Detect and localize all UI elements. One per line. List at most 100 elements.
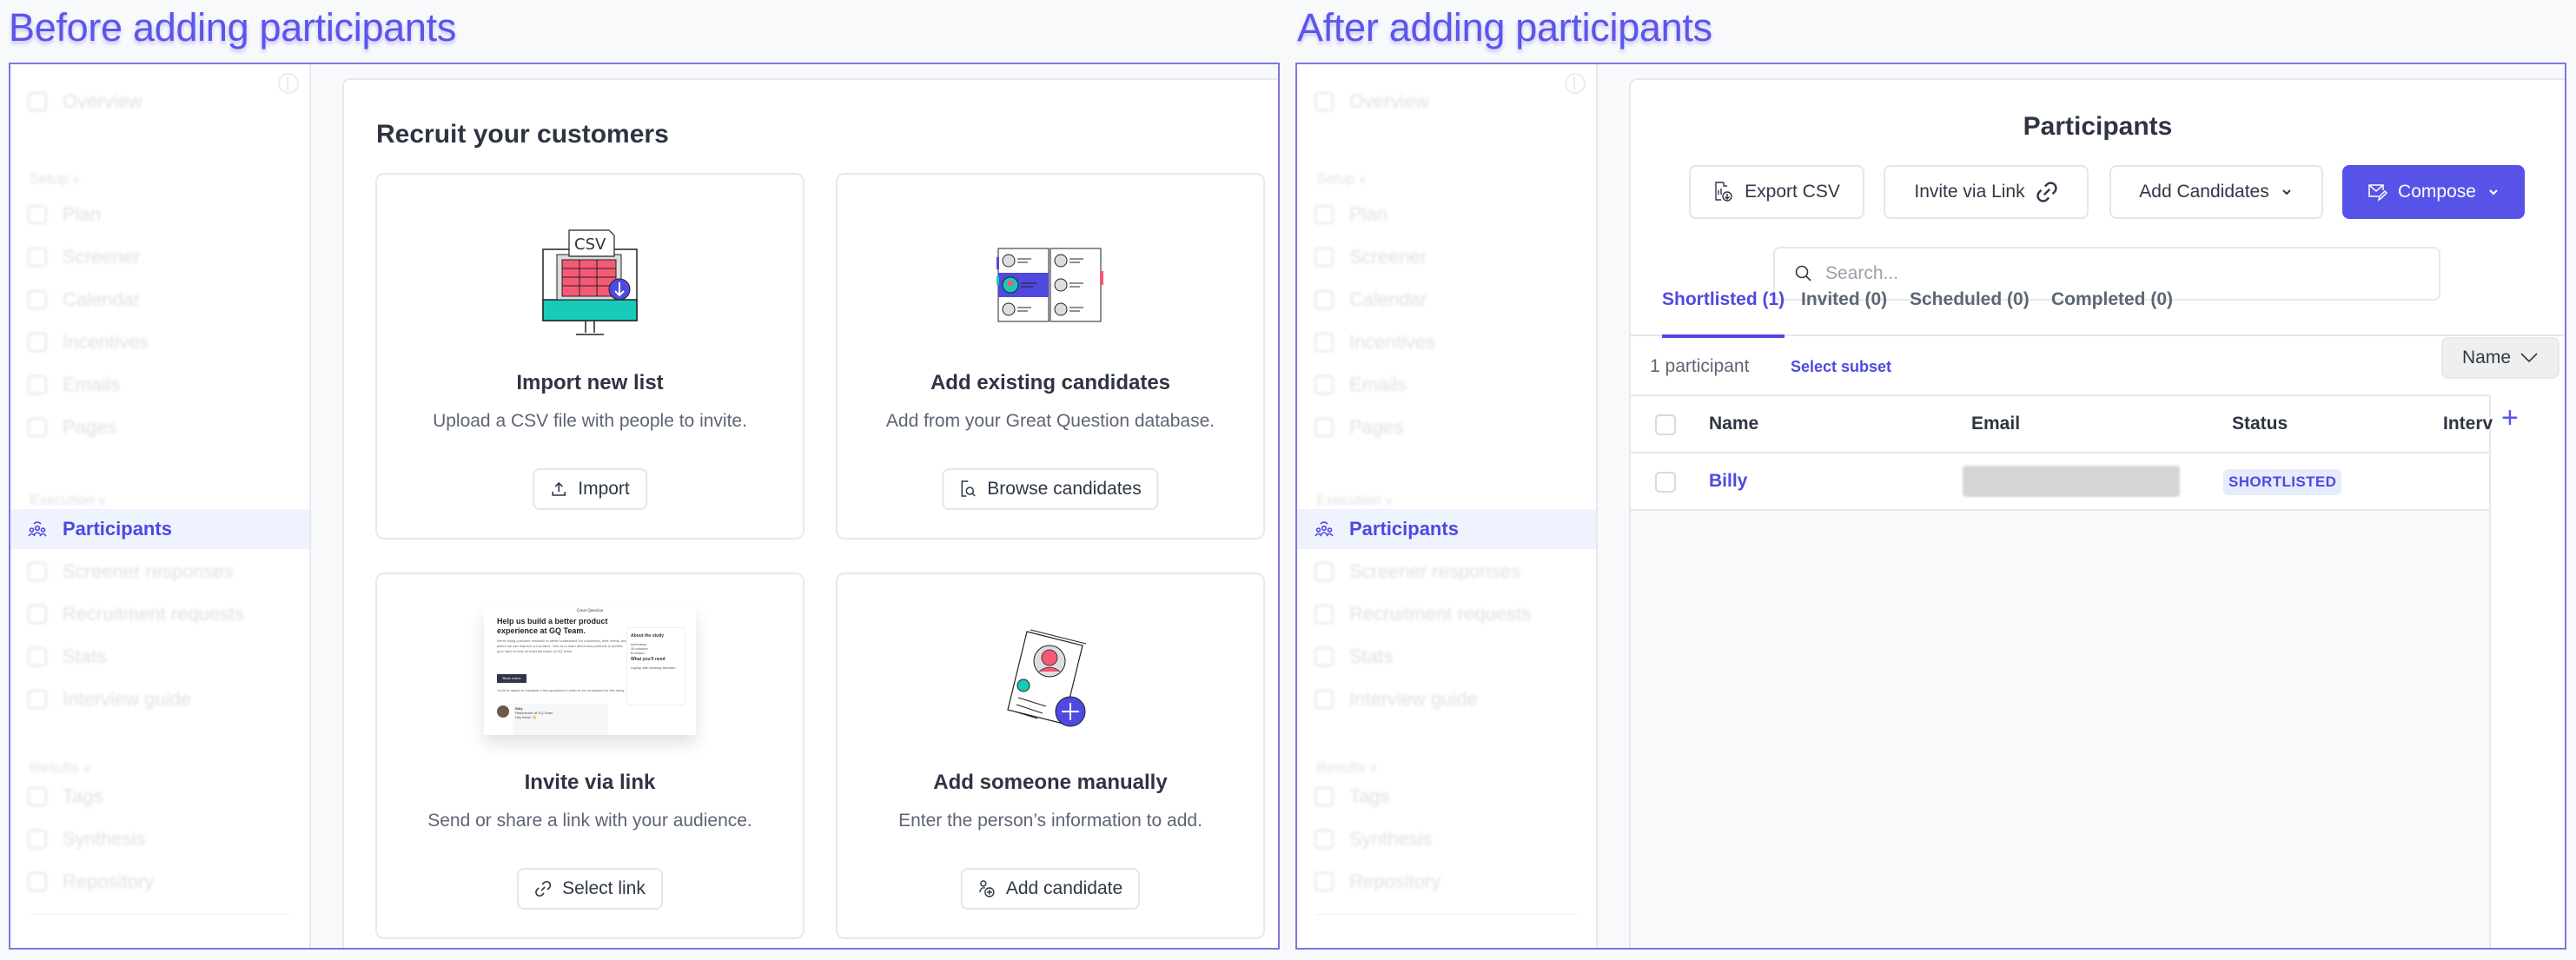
sidebar-item-plan[interactable]: Plan [1297,195,1596,235]
existing-candidates-card: Add existing candidates Add from your Gr… [836,173,1265,540]
link-icon [535,880,552,897]
csv-illustration: CSV [377,220,803,350]
card-title: Add existing candidates [930,371,1171,394]
candidate-book-illustration [838,220,1263,350]
sidebar-item-tags[interactable]: Tags [10,777,309,817]
landing-page-thumbnail: Great Question Help us build a better pr… [377,606,803,736]
guide-icon [1314,690,1334,709]
sidebar-item-stats[interactable]: Stats [10,637,309,677]
sidebar-item-participants[interactable]: Participants [1297,509,1596,549]
sidebar-item-participants[interactable]: Participants [10,509,309,549]
participants-panel: Participants Export CSV Invite via Link … [1629,78,2565,948]
card-description: Enter the person’s information to add. [898,811,1202,831]
tab-shortlisted[interactable]: Shortlisted (1) [1662,265,1785,338]
sidebar-item-emails[interactable]: Emails [10,365,309,405]
sidebar-item-stats[interactable]: Stats [1297,637,1596,677]
sidebar-item-pages[interactable]: Pages [10,407,309,447]
sidebar-item-incentives[interactable]: Incentives [10,322,309,362]
card-title: Import new list [516,371,664,394]
sidebar-item-calendar[interactable]: Calendar [10,280,309,320]
chevron-down-icon [2489,189,2498,195]
participant-name-link[interactable]: Billy [1709,471,1747,492]
table-header: Name Email Status Interv [1631,396,2493,454]
column-interview[interactable]: Interv [2443,414,2493,434]
column-status[interactable]: Status [2232,414,2288,434]
sidebar-item-overview[interactable]: Overview [1297,82,1596,122]
card-title: Add someone manually [933,771,1168,794]
sidebar-section-results[interactable]: Results [30,759,91,777]
column-email[interactable]: Email [1971,414,2020,434]
sidebar-item-tags[interactable]: Tags [1297,777,1596,817]
sidebar-section-results[interactable]: Results [1316,759,1378,777]
sidebar-divider [30,914,290,915]
select-link-button[interactable]: Select link [517,868,663,910]
sidebar: Overview Setup Plan Screener Calendar In… [1297,64,1598,948]
sidebar-item-incentives[interactable]: Incentives [1297,322,1596,362]
page-title: Participants [2023,112,2173,141]
sidebar-section-setup[interactable]: Setup [30,170,81,188]
upload-icon [552,481,566,496]
sort-dropdown[interactable]: Name [2441,337,2559,379]
responses-icon [28,562,47,581]
sidebar-item-screener[interactable]: Screener [10,237,309,277]
table-empty-area [1631,511,2489,948]
sidebar-item-recruitment-requests[interactable]: Recruitment requests [1297,594,1596,634]
participants-table: Name Email Status Interv Billy SHORTLIST… [1631,394,2493,948]
tab-completed[interactable]: Completed (0) [2051,265,2173,336]
screener-icon [28,248,47,267]
sidebar-section-setup[interactable]: Setup [1316,170,1367,188]
sidebar-item-screener-responses[interactable]: Screener responses [1297,552,1596,592]
page-icon [1314,418,1334,437]
overview-icon [1314,92,1334,111]
add-candidates-dropdown[interactable]: Add Candidates [2109,165,2323,219]
import-button[interactable]: Import [533,468,647,510]
sidebar-item-pages[interactable]: Pages [1297,407,1596,447]
stats-icon [28,647,47,666]
recruit-icon [28,605,47,624]
mail-icon [1314,375,1334,394]
tag-icon [28,787,47,806]
sidebar-item-screener-responses[interactable]: Screener responses [10,552,309,592]
sidebar-item-interview-guide[interactable]: Interview guide [10,679,309,719]
browse-candidates-button[interactable]: Browse candidates [942,468,1159,510]
sidebar-item-interview-guide[interactable]: Interview guide [1297,679,1596,719]
compose-mail-icon [2368,184,2388,202]
card-description: Add from your Great Question database. [885,411,1215,431]
select-subset-link[interactable]: Select subset [1791,358,1891,376]
export-csv-button[interactable]: Export CSV [1689,165,1864,219]
guide-icon [28,690,47,709]
card-description: Upload a CSV file with people to invite. [433,411,747,431]
sidebar-section-execution[interactable]: Execution [1316,492,1394,509]
sidebar-item-repository[interactable]: Repository [10,862,309,902]
invite-via-link-button[interactable]: Invite via Link [1884,165,2089,219]
participants-icon [28,521,47,537]
sidebar-item-synthesis[interactable]: Synthesis [1297,819,1596,859]
sidebar-item-calendar[interactable]: Calendar [1297,280,1596,320]
add-person-illustration [838,619,1263,750]
add-column-icon[interactable]: + [2501,403,2519,433]
sidebar-item-overview[interactable]: Overview [10,82,309,122]
chevron-down-icon [2520,353,2538,363]
card-description: Send or share a link with your audience. [427,811,752,831]
sidebar-item-repository[interactable]: Repository [1297,862,1596,902]
recruit-icon [1314,605,1334,624]
compose-button[interactable]: Compose [2342,165,2525,219]
sidebar-item-screener[interactable]: Screener [1297,237,1596,277]
mail-icon [28,375,47,394]
tab-scheduled[interactable]: Scheduled (0) [1910,265,2030,336]
chevron-down-icon [2282,189,2291,195]
sidebar-section-execution[interactable]: Execution [30,492,107,509]
select-all-checkbox[interactable] [1655,414,1676,435]
column-name[interactable]: Name [1709,414,1758,434]
sidebar-item-emails[interactable]: Emails [1297,365,1596,405]
repository-icon [28,872,47,891]
avatar [497,705,509,718]
overview-icon [28,92,47,111]
add-candidate-button[interactable]: Add candidate [960,868,1141,910]
row-checkbox[interactable] [1655,472,1676,493]
tab-invited[interactable]: Invited (0) [1801,265,1887,336]
sidebar-item-synthesis[interactable]: Synthesis [10,819,309,859]
sidebar-item-plan[interactable]: Plan [10,195,309,235]
table-row[interactable]: Billy SHORTLISTED [1631,454,2489,511]
sidebar-item-recruitment-requests[interactable]: Recruitment requests [10,594,309,634]
